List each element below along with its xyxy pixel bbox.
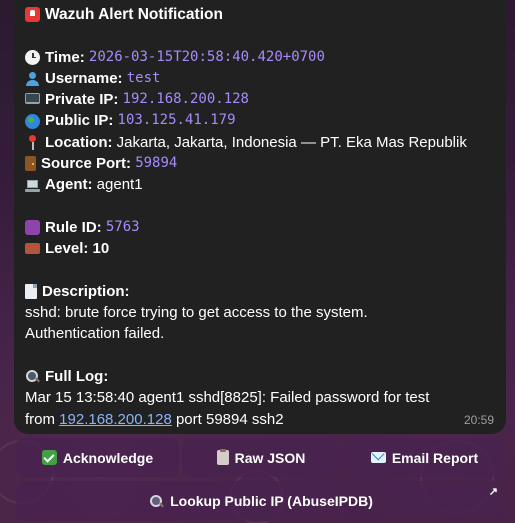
source-port-label: Source Port:	[41, 155, 132, 173]
location-label: Location:	[45, 133, 113, 151]
clock-icon	[25, 49, 40, 65]
full-log-label: Full Log:	[45, 368, 109, 386]
level-row: Level: 10	[25, 238, 496, 259]
pin-icon	[25, 134, 40, 150]
description-line-1: sshd: brute force trying to get access t…	[25, 304, 368, 322]
full-log-rest: port 59894 ssh2	[175, 410, 284, 428]
alert-message-bubble: Wazuh Alert Notification Time: 2026-03-1…	[14, 0, 506, 434]
source-port-row: Source Port: 59894	[25, 153, 496, 174]
message-title: Wazuh Alert Notification	[45, 6, 223, 23]
document-icon	[25, 284, 37, 299]
rule-id-label: Rule ID:	[45, 218, 102, 236]
public-ip-row: Public IP: 103.125.41.179	[25, 110, 496, 131]
level-label: Level:	[45, 240, 89, 258]
message-timestamp: 20:59	[463, 412, 494, 427]
level-value: 10	[92, 240, 110, 258]
private-ip-value[interactable]: 192.168.200.128	[123, 89, 249, 110]
location-row: Location: Jakarta, Jakarta, Indonesia — …	[25, 132, 496, 153]
acknowledge-button[interactable]: Acknowledge	[16, 438, 179, 477]
time-label: Time:	[45, 48, 85, 66]
raw-json-button[interactable]: Raw JSON	[182, 438, 340, 477]
clipboard-icon	[216, 449, 229, 465]
user-icon	[25, 71, 40, 87]
door-icon	[25, 156, 36, 172]
agent-value: agent1	[96, 176, 143, 194]
public-ip-value[interactable]: 103.125.41.179	[118, 110, 236, 131]
brick-icon	[25, 243, 40, 255]
lookup-label: Lookup Public IP (AbuseIPDB)	[170, 493, 373, 509]
rule-id-value[interactable]: 5763	[106, 217, 140, 238]
acknowledge-label: Acknowledge	[62, 449, 154, 466]
description-header-row: Description:	[25, 281, 496, 302]
username-row: Username: test	[25, 68, 496, 89]
desktop-computer-icon	[25, 93, 40, 105]
alert-siren-icon	[25, 7, 40, 23]
agent-label: Agent:	[45, 176, 93, 194]
check-mark-icon	[41, 450, 57, 465]
email-report-button[interactable]: Email Report	[343, 438, 506, 477]
location-value: Jakarta, Jakarta, Indonesia — PT. Eka Ma…	[116, 133, 467, 151]
laptop-icon	[25, 178, 40, 193]
email-report-label: Email Report	[391, 449, 479, 466]
ip-link[interactable]: 192.168.200.128	[59, 409, 172, 430]
magnifier-icon	[25, 369, 40, 384]
username-label: Username:	[45, 69, 123, 87]
full-log-header-row: Full Log:	[25, 366, 496, 387]
full-log-line-1: Mar 15 13:58:40 agent1 sshd[8825]: Faile…	[25, 389, 430, 407]
globe-icon	[25, 113, 40, 129]
full-log-line-2: from 192.168.200.128 port 59894 ssh2	[25, 409, 496, 430]
private-ip-row: Private IP: 192.168.200.128	[25, 89, 496, 110]
id-badge-icon	[25, 220, 40, 236]
private-ip-label: Private IP:	[45, 91, 119, 109]
agent-row: Agent: agent1	[25, 174, 496, 195]
time-row: Time: 2026-03-15T20:58:40.420+0700	[25, 47, 496, 68]
raw-json-label: Raw JSON	[234, 449, 306, 466]
username-value[interactable]: test	[127, 68, 161, 89]
public-ip-label: Public IP:	[45, 112, 114, 130]
message-title-row: Wazuh Alert Notification	[25, 4, 496, 25]
time-value[interactable]: 2026-03-15T20:58:40.420+0700	[89, 47, 325, 68]
description-label: Description:	[42, 282, 130, 300]
magnifier-icon	[149, 494, 164, 509]
full-log-from: from	[25, 410, 55, 428]
rule-id-row: Rule ID: 5763	[25, 217, 496, 238]
external-link-arrow-icon: ↗	[488, 486, 498, 498]
source-port-value[interactable]: 59894	[135, 153, 177, 174]
email-icon	[370, 452, 386, 463]
description-line-2: Authentication failed.	[25, 325, 165, 343]
lookup-public-ip-button[interactable]: Lookup Public IP (AbuseIPDB) ↗	[16, 481, 506, 521]
